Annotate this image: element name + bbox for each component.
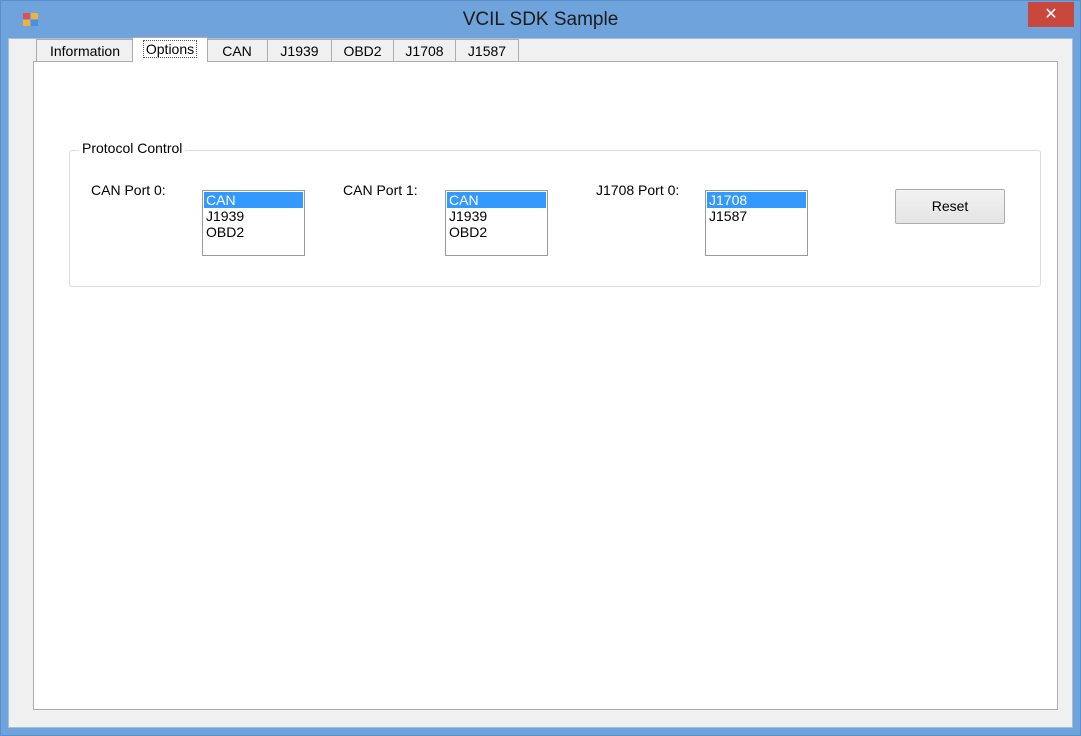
tab-can[interactable]: CAN (206, 39, 268, 61)
list-item[interactable]: J1708 (707, 192, 806, 208)
tab-label: J1708 (405, 43, 444, 59)
tab-label: J1939 (280, 43, 319, 59)
tab-label: Information (49, 43, 121, 59)
tab-obd2[interactable]: OBD2 (331, 39, 394, 61)
window-title: VCIL SDK Sample (462, 9, 619, 30)
tab-options[interactable]: Options (132, 37, 208, 62)
tab-label: J1587 (467, 43, 507, 59)
list-item[interactable]: J1587 (707, 208, 806, 224)
tab-label: Options (142, 40, 198, 58)
close-button[interactable]: ✕ (1028, 2, 1074, 27)
tab-j1939[interactable]: J1939 (267, 39, 332, 61)
options-tab-page: Protocol Control CAN Port 0: CAN J1939 O… (33, 61, 1058, 710)
reset-button[interactable]: Reset (895, 189, 1005, 224)
tab-label: OBD2 (343, 43, 382, 59)
list-item[interactable]: CAN (447, 192, 546, 208)
can-port0-label: CAN Port 0: (91, 182, 166, 198)
can-port0-listbox[interactable]: CAN J1939 OBD2 (202, 190, 305, 256)
close-icon: ✕ (1044, 4, 1058, 23)
title-bar[interactable]: VCIL SDK Sample ✕ (1, 1, 1080, 39)
j1708-port0-label: J1708 Port 0: (596, 182, 680, 198)
list-item[interactable]: J1939 (447, 208, 546, 224)
list-item[interactable]: CAN (204, 192, 303, 208)
list-item[interactable]: J1939 (204, 208, 303, 224)
tab-j1708[interactable]: J1708 (393, 39, 456, 61)
tab-information[interactable]: Information (36, 39, 134, 61)
can-port1-label: CAN Port 1: (343, 182, 418, 198)
j1708-port0-listbox[interactable]: J1708 J1587 (705, 190, 808, 256)
can-port1-listbox[interactable]: CAN J1939 OBD2 (445, 190, 548, 256)
list-item[interactable]: OBD2 (447, 224, 546, 240)
group-title: Protocol Control (79, 140, 186, 156)
tab-label: CAN (222, 43, 252, 59)
list-item[interactable]: OBD2 (204, 224, 303, 240)
protocol-control-group: Protocol Control CAN Port 0: CAN J1939 O… (69, 140, 1041, 287)
tab-j1587[interactable]: J1587 (455, 39, 519, 61)
